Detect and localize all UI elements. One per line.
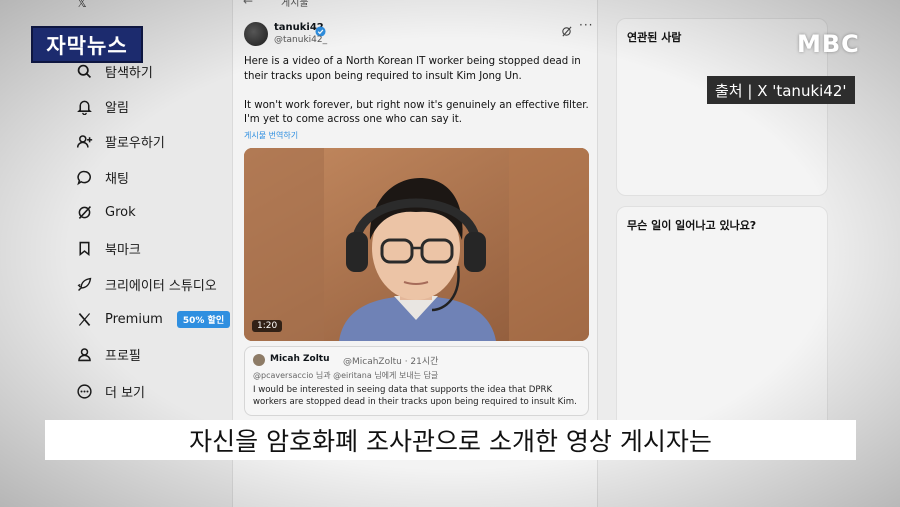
tweet-paragraph: Here is a video of a North Korean IT wor… <box>244 56 581 82</box>
more-circle-icon <box>76 383 93 400</box>
more-options-icon[interactable]: ··· <box>579 18 593 32</box>
nav-item-chat[interactable]: 채팅 <box>76 163 129 191</box>
quoted-reply-card[interactable]: Micah Zoltu @MicahZoltu · 21시간 @pcaversa… <box>244 346 589 416</box>
nav-item-profile[interactable]: 프로필 <box>76 340 141 368</box>
broadcaster-logo: MBC <box>797 30 860 58</box>
trending-card: 무슨 일이 일어나고 있나요? <box>616 206 828 446</box>
chat-icon <box>76 169 93 186</box>
author-avatar[interactable] <box>244 22 268 46</box>
nav-item-more[interactable]: 더 보기 <box>76 377 145 405</box>
tweet-paragraph: It won't work forever, but right now it'… <box>244 99 589 126</box>
nav-label: 북마크 <box>105 242 141 258</box>
bell-icon <box>76 98 93 115</box>
x-logo-icon <box>76 311 93 328</box>
nav-label: 알림 <box>105 100 129 116</box>
nav-label: 크리에이터 스튜디오 <box>105 278 217 294</box>
video-duration: 1:20 <box>252 320 283 332</box>
back-arrow-icon[interactable]: ← <box>243 0 253 8</box>
translate-post-link[interactable]: 게시물 번역하기 <box>244 130 298 141</box>
rocket-icon <box>76 276 93 293</box>
nav-item-premium[interactable]: Premium 50% 할인 <box>76 305 231 333</box>
author-handle[interactable]: @tanuki42_ <box>274 35 327 45</box>
quote-author-avatar <box>253 354 265 366</box>
nav-label: Premium <box>105 311 163 327</box>
quote-text: I would be interested in seeing data tha… <box>253 385 577 407</box>
nav-label: 프로필 <box>105 348 141 364</box>
add-user-icon <box>76 133 93 150</box>
verified-badge-icon <box>315 22 326 37</box>
video-frame-image <box>244 148 589 341</box>
bookmark-icon <box>76 240 93 257</box>
news-subtitle: 자신을 암호화폐 조사관으로 소개한 영상 게시자는 <box>45 420 856 460</box>
nav-item-notifications[interactable]: 알림 <box>76 92 129 120</box>
page-title: 게시물 <box>281 0 309 9</box>
source-caption: 출처 | X 'tanuki42' <box>707 76 855 104</box>
news-program-logo: 자막뉴스 <box>31 26 143 63</box>
related-people-title: 연관된 사람 <box>627 31 682 44</box>
nav-item-follow[interactable]: 팔로우하기 <box>76 127 165 155</box>
nav-item-creator-studio[interactable]: 크리에이터 스튜디오 <box>76 270 217 298</box>
video-player[interactable]: 1:20 <box>244 148 589 341</box>
nav-label: 탐색하기 <box>105 65 153 81</box>
discount-badge: 50% 할인 <box>176 310 231 328</box>
quote-author-handle: @MicahZoltu · 21시간 <box>343 357 439 367</box>
grok-explain-icon[interactable] <box>561 22 572 37</box>
trending-title: 무슨 일이 일어나고 있나요? <box>627 219 757 232</box>
grok-icon <box>76 204 93 221</box>
quote-author-name: Micah Zoltu <box>270 354 330 364</box>
x-logo-icon[interactable]: 𝕏 <box>77 0 87 10</box>
profile-icon <box>76 346 93 363</box>
nav-label: 팔로우하기 <box>105 135 165 151</box>
quote-reply-to: @pcaversaccio 님과 @eiritana 님에게 보내는 답글 <box>253 371 439 380</box>
nav-item-bookmarks[interactable]: 북마크 <box>76 234 141 262</box>
nav-label: 채팅 <box>105 171 129 187</box>
nav-item-grok[interactable]: Grok <box>76 198 136 226</box>
nav-label: 더 보기 <box>105 385 146 401</box>
search-icon <box>76 63 93 80</box>
nav-label: Grok <box>105 204 136 220</box>
